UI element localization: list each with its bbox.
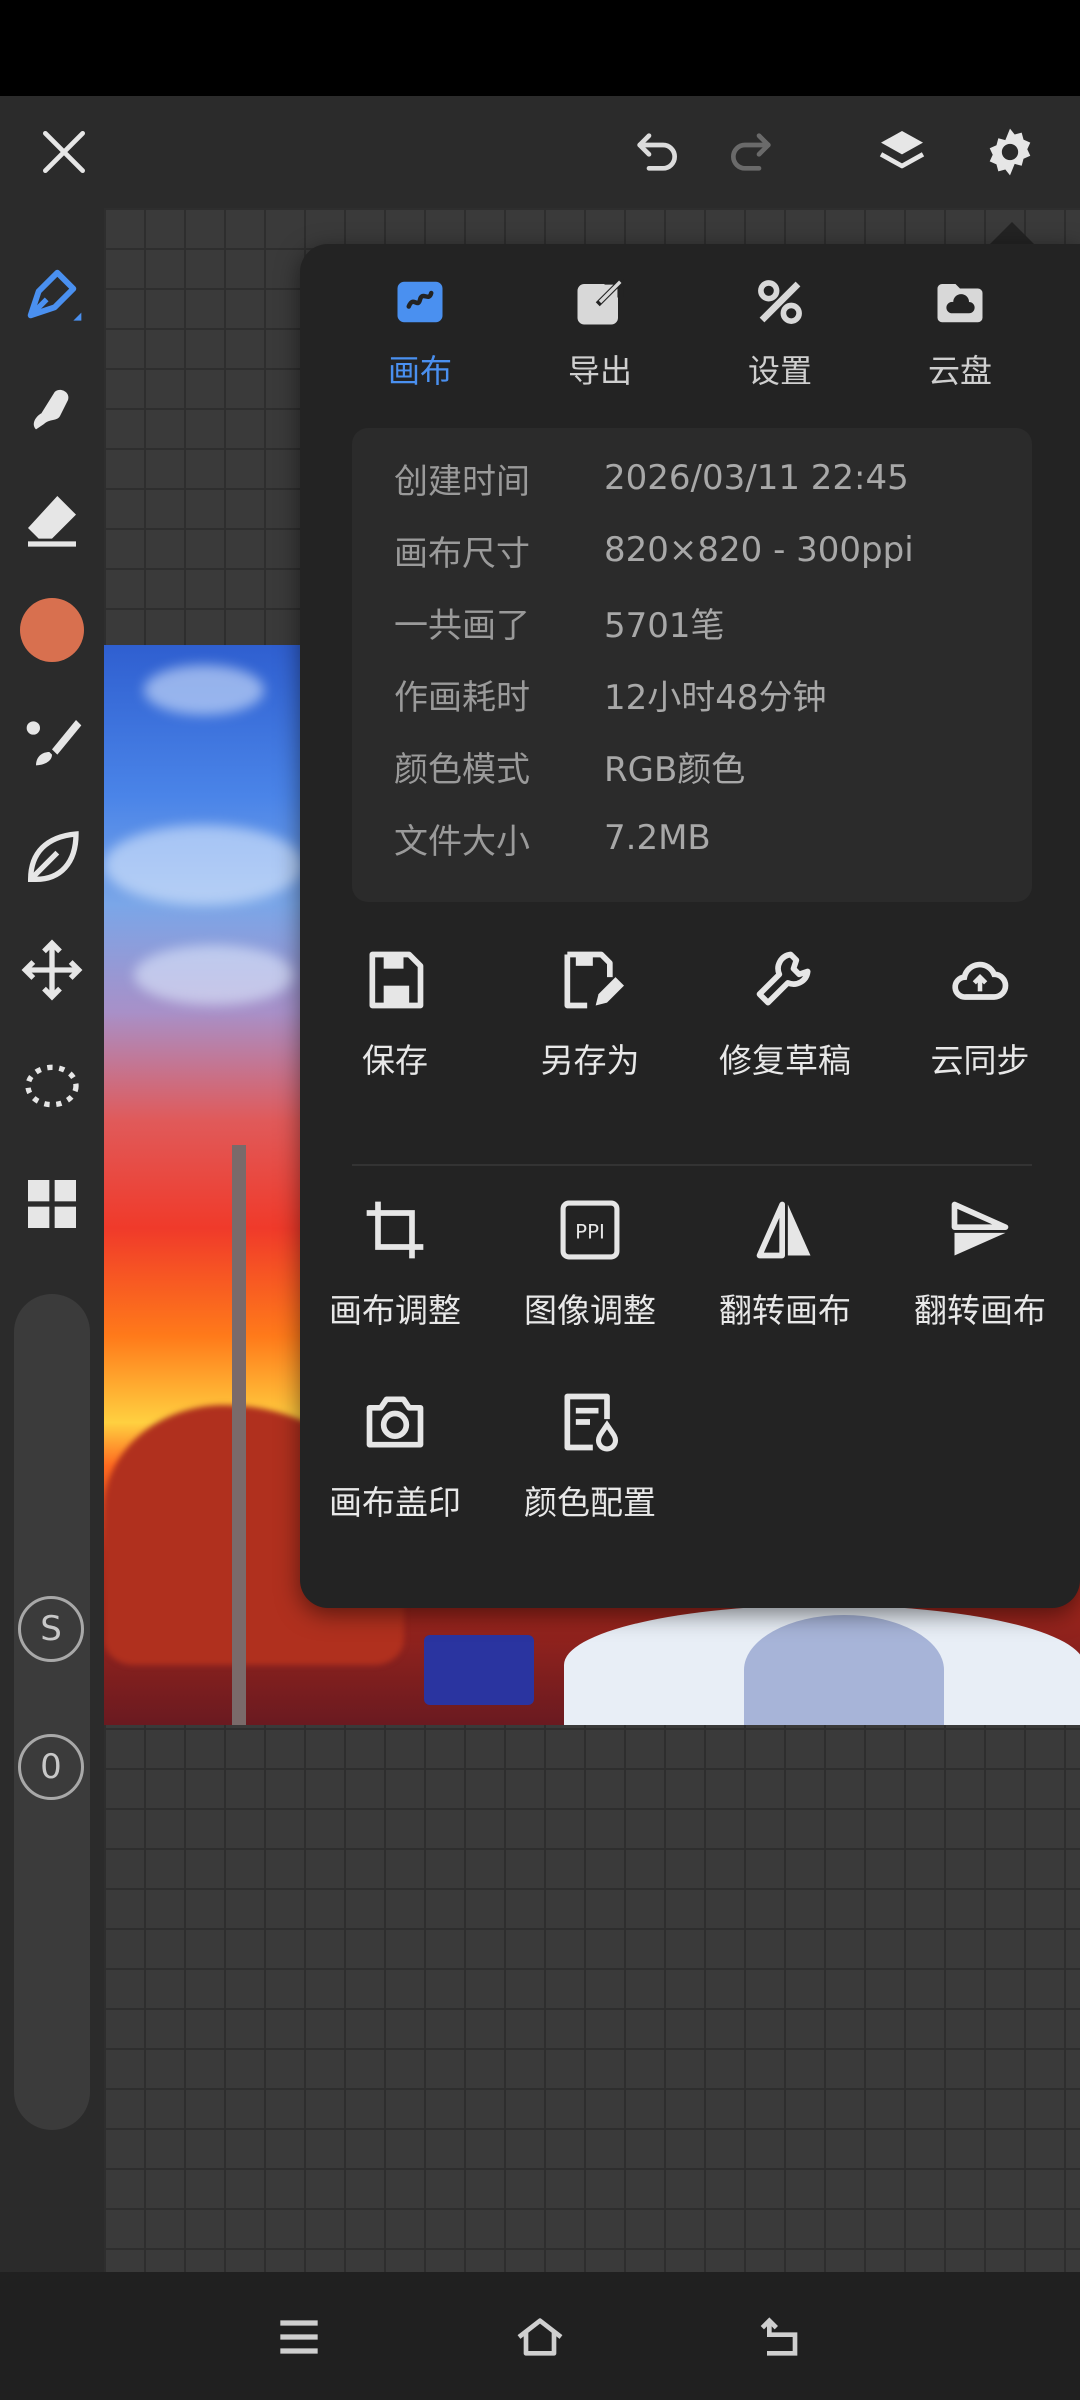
info-value: 12小时48分钟 bbox=[604, 677, 827, 718]
wrench-icon bbox=[749, 944, 821, 1016]
info-row-created: 创建时间 2026/03/11 22:45 bbox=[394, 442, 909, 514]
panel-tabs: 画布 导出 设置 云盘 bbox=[300, 274, 1080, 424]
info-key: 创建时间 bbox=[394, 461, 530, 502]
action-label: 画布盖印 bbox=[329, 1483, 461, 1522]
undo-icon[interactable] bbox=[620, 116, 692, 188]
tab-label: 设置 bbox=[747, 352, 812, 390]
canvas-info-card: 创建时间 2026/03/11 22:45 画布尺寸 820×820 - 300… bbox=[352, 428, 1032, 902]
save-as-button[interactable]: 另存为 bbox=[490, 944, 690, 1094]
action-label: 翻转画布 bbox=[719, 1291, 851, 1330]
info-row-size: 画布尺寸 820×820 - 300ppi bbox=[394, 514, 914, 586]
top-bar bbox=[0, 96, 1080, 208]
repair-draft-button[interactable]: 修复草稿 bbox=[685, 944, 885, 1094]
grid-icon[interactable] bbox=[12, 1164, 92, 1244]
action-label: 画布调整 bbox=[329, 1291, 461, 1330]
color-profile-icon bbox=[554, 1386, 626, 1458]
image-adjust-button[interactable]: PPI 图像调整 bbox=[490, 1194, 690, 1344]
info-value: 820×820 - 300ppi bbox=[604, 530, 914, 570]
pen-icon[interactable] bbox=[12, 254, 92, 334]
crop-icon bbox=[359, 1194, 431, 1266]
tab-label: 导出 bbox=[567, 352, 632, 390]
tab-settings[interactable]: 设置 bbox=[690, 274, 870, 424]
back-icon[interactable] bbox=[746, 2302, 816, 2372]
system-nav-bar bbox=[0, 2272, 1080, 2400]
redo-icon[interactable] bbox=[716, 116, 788, 188]
brush-size-slider[interactable] bbox=[14, 1294, 90, 2130]
info-value: 5701笔 bbox=[604, 605, 725, 646]
action-label: 另存为 bbox=[540, 1041, 640, 1080]
action-label: 保存 bbox=[362, 1041, 428, 1080]
color-profile-button[interactable]: 颜色配置 bbox=[490, 1386, 690, 1536]
cloud-sync-icon bbox=[944, 944, 1016, 1016]
canvas-menu-panel: 画布 导出 设置 云盘 创建时间 2026/03/11 22:45 画布尺寸 8… bbox=[300, 244, 1080, 1608]
action-label: 颜色配置 bbox=[524, 1483, 656, 1522]
tools-icon bbox=[752, 274, 808, 330]
brush-icon[interactable] bbox=[12, 704, 92, 784]
status-bar bbox=[0, 0, 1080, 96]
svg-text:PPI: PPI bbox=[575, 1221, 605, 1244]
info-key: 作画耗时 bbox=[394, 677, 530, 718]
smudge-icon[interactable] bbox=[12, 368, 92, 448]
flip-vertical-icon bbox=[944, 1194, 1016, 1266]
info-key: 画布尺寸 bbox=[394, 533, 530, 574]
lasso-icon[interactable] bbox=[12, 1046, 92, 1126]
info-key: 颜色模式 bbox=[394, 749, 530, 790]
opacity-badge[interactable]: 0 bbox=[18, 1734, 84, 1800]
info-value: 2026/03/11 22:45 bbox=[604, 458, 909, 498]
save-button[interactable]: 保存 bbox=[295, 944, 495, 1094]
settings-icon[interactable] bbox=[974, 116, 1046, 188]
panel-caret bbox=[990, 222, 1034, 244]
menu-icon[interactable] bbox=[264, 2302, 334, 2372]
save-as-icon bbox=[554, 944, 626, 1016]
tab-cloud-drive[interactable]: 云盘 bbox=[870, 274, 1050, 424]
flip-horizontal-button[interactable]: 翻转画布 bbox=[685, 1194, 885, 1344]
save-icon bbox=[359, 944, 431, 1016]
tab-label: 云盘 bbox=[927, 352, 992, 390]
export-icon bbox=[572, 274, 628, 330]
action-label: 修复草稿 bbox=[719, 1041, 851, 1080]
move-icon[interactable] bbox=[12, 930, 92, 1010]
tab-export[interactable]: 导出 bbox=[510, 274, 690, 424]
action-label: 图像调整 bbox=[524, 1291, 656, 1330]
canvas-stamp-button[interactable]: 画布盖印 bbox=[295, 1386, 495, 1536]
tab-label: 画布 bbox=[387, 352, 452, 390]
camera-icon bbox=[359, 1386, 431, 1458]
canvas-icon bbox=[392, 274, 448, 330]
info-value: 7.2MB bbox=[604, 818, 711, 858]
size-badge[interactable]: S bbox=[18, 1596, 84, 1662]
tab-canvas[interactable]: 画布 bbox=[330, 274, 510, 424]
action-label: 翻转画布 bbox=[914, 1291, 1046, 1330]
action-label: 云同步 bbox=[930, 1041, 1030, 1080]
info-key: 一共画了 bbox=[394, 605, 530, 646]
ppi-icon: PPI bbox=[554, 1194, 626, 1266]
flip-horizontal-icon bbox=[749, 1194, 821, 1266]
close-icon[interactable] bbox=[28, 116, 100, 188]
home-icon[interactable] bbox=[505, 2302, 575, 2372]
color-picker[interactable] bbox=[12, 590, 92, 670]
divider bbox=[352, 1164, 1032, 1166]
cloud-drive-icon bbox=[932, 274, 988, 330]
info-key: 文件大小 bbox=[394, 821, 530, 862]
info-row-color-mode: 颜色模式 RGB颜色 bbox=[394, 730, 745, 802]
leaf-icon[interactable] bbox=[12, 818, 92, 898]
cloud-sync-button[interactable]: 云同步 bbox=[880, 944, 1080, 1094]
info-row-strokes: 一共画了 5701笔 bbox=[394, 586, 725, 658]
layers-icon[interactable] bbox=[866, 116, 938, 188]
info-row-time: 作画耗时 12小时48分钟 bbox=[394, 658, 827, 730]
canvas-adjust-button[interactable]: 画布调整 bbox=[295, 1194, 495, 1344]
flip-vertical-button[interactable]: 翻转画布 bbox=[880, 1194, 1080, 1344]
eraser-icon[interactable] bbox=[12, 480, 92, 560]
info-value: RGB颜色 bbox=[604, 749, 746, 790]
info-row-file-size: 文件大小 7.2MB bbox=[394, 802, 711, 874]
